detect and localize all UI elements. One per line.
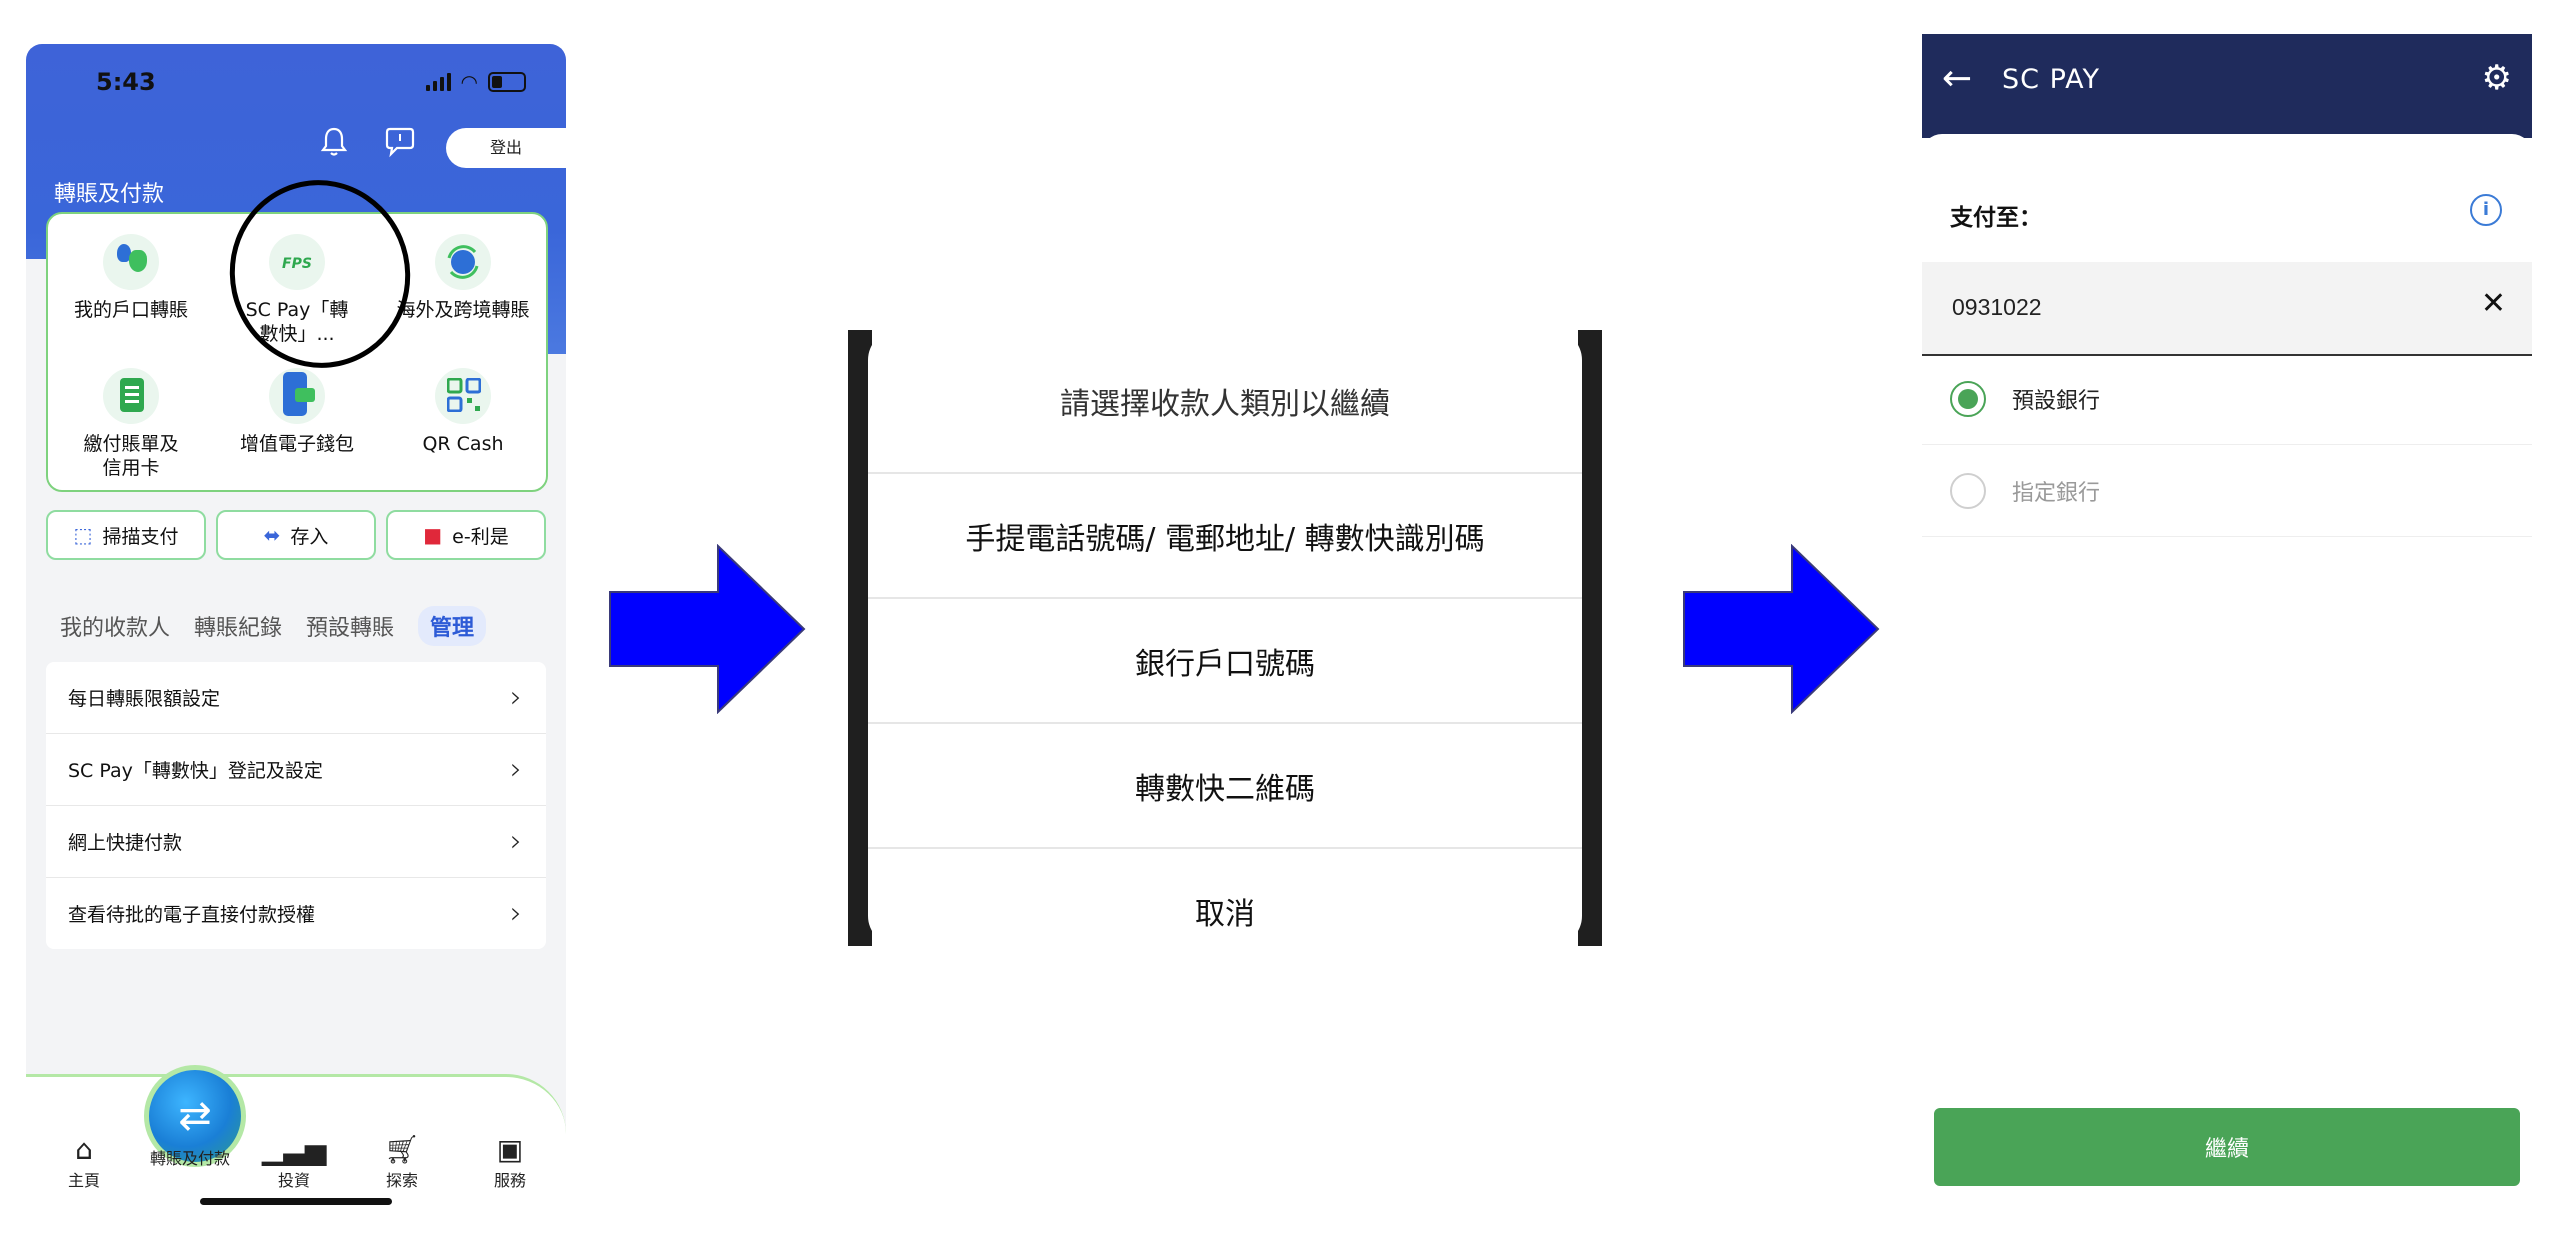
menu-edda-authorization[interactable]: 查看待批的電子直接付款授權 › [46,878,546,949]
pay-to-label: 支付至： [1950,205,2042,231]
topup-wallet[interactable]: 增值電子錢包 [214,368,380,456]
section-title: 轉賬及付款 [54,182,165,207]
battery-icon [488,72,526,92]
nav-explore-label: 探索 [385,1171,418,1190]
home-indicator [200,1198,392,1205]
form-sheet: 支付至： i ✕ 預設銀行 指定銀行 [1922,134,2532,1214]
pay-bills-label: 繳付賬單及 信用卡 [83,433,179,479]
cash-icon: ⬌ [263,523,281,547]
logout-button[interactable]: 登出 [446,128,566,168]
qr-cash-label: QR Cash [422,433,504,455]
own-account-transfer[interactable]: 我的戶口轉賬 [48,234,214,322]
deposit-label: 存入 [290,525,329,548]
nav-transfer-label: 轉賬及付款 [150,1149,231,1168]
option-mobile-email-fps-id[interactable]: 手提電話號碼/ 電郵地址/ 轉數快識別碼 [868,474,1582,599]
deposit-button[interactable]: ⬌ 存入 [216,510,376,560]
chat-icon[interactable] [382,126,418,162]
nav-home[interactable]: ⌂ 主頁 [44,1133,124,1191]
app-bar: ← SC PAY ⚙ [1922,34,2532,138]
menu-fps-registration-label: SC Pay「轉數快」登記及設定 [68,760,323,782]
bar-chart-icon: ▁▃▅ [261,1133,327,1166]
flow-arrow-icon [1683,544,1880,714]
clear-icon[interactable]: ✕ [2481,286,2506,321]
home-icon: ⌂ [75,1133,93,1166]
radio-specific-bank[interactable]: 指定銀行 [1922,446,2532,537]
menu-edda-authorization-label: 查看待批的電子直接付款授權 [68,904,316,926]
action-sheet: 請選擇收款人類別以繼續 手提電話號碼/ 電郵地址/ 轉數快識別碼 銀行戶口號碼 … [868,330,1582,946]
swap-arrows-icon: ⇄ [178,1093,212,1139]
nav-invest[interactable]: ▁▃▅ 投資 [254,1133,334,1191]
e-lai-see-button[interactable]: ■ e-利是 [386,510,546,560]
bottom-navigation: ⌂ 主頁 ⇄ 轉賬及付款 ▁▃▅ 投資 🛒︎ 探索 ▣ 服務 [26,1065,566,1214]
menu-daily-limit-label: 每日轉賬限額設定 [68,688,221,710]
scan-pay-button[interactable]: ⬚ 掃描支付 [46,510,206,560]
chevron-right-icon: › [510,680,522,715]
info-icon[interactable]: i [2470,194,2502,226]
qr-cash[interactable]: QR Cash [380,368,546,456]
specific-bank-label: 指定銀行 [2012,481,2101,506]
phone-screen-transfers: 5:43 ◠ 登出 轉賬及付款 我的戶口轉賬 FPS SC Pay「轉 數快」.… [26,44,566,1214]
tab-scheduled[interactable]: 預設轉賬 [306,610,394,642]
menu-online-quick-pay[interactable]: 網上快捷付款 › [46,806,546,878]
nav-invest-label: 投資 [277,1171,310,1190]
default-bank-label: 預設銀行 [2012,389,2101,414]
wallet-icon: ▣ [496,1133,524,1166]
radio-selected[interactable] [1950,381,1986,417]
header-actions [316,126,418,162]
tab-manage[interactable]: 管理 [418,606,487,646]
manage-menu: 每日轉賬限額設定 › SC Pay「轉數快」登記及設定 › 網上快捷付款 › 查… [46,662,546,949]
globe-exchange-icon [435,234,491,290]
qr-code-icon [435,368,491,424]
menu-fps-registration[interactable]: SC Pay「轉數快」登記及設定 › [46,734,546,806]
tab-history[interactable]: 轉賬紀錄 [194,610,282,642]
topup-wallet-label: 增值電子錢包 [239,433,354,455]
coins-icon [103,234,159,290]
payee-input[interactable] [1950,286,2454,328]
cart-icon: 🛒︎ [384,1133,420,1166]
continue-button[interactable]: 繼續 [1934,1108,2520,1186]
gear-icon[interactable]: ⚙ [2482,58,2512,98]
payee-type-dialog: 請選擇收款人類別以繼續 手提電話號碼/ 電郵地址/ 轉數快識別碼 銀行戶口號碼 … [848,330,1602,946]
red-packet-icon: ■ [423,523,443,547]
nav-services[interactable]: ▣ 服務 [470,1133,550,1191]
cancel-button[interactable]: 取消 [868,849,1582,973]
wallet-phone-icon [269,368,325,424]
chevron-right-icon: › [510,824,522,859]
status-time: 5:43 [96,68,156,96]
back-arrow-icon[interactable]: ← [1942,58,1972,99]
manage-tabs: 我的收款人 轉賬紀錄 預設轉賬 管理 [60,606,487,646]
nav-services-label: 服務 [493,1171,526,1190]
quick-actions: ⬚ 掃描支付 ⬌ 存入 ■ e-利是 [46,510,546,560]
nav-home-label: 主頁 [67,1171,100,1190]
scan-icon: ⬚ [73,523,93,547]
radio-unselected[interactable] [1950,473,1986,509]
e-lai-see-label: e-利是 [452,525,509,548]
tab-payees[interactable]: 我的收款人 [60,610,170,642]
bill-icon [103,368,159,424]
menu-online-quick-pay-label: 網上快捷付款 [68,832,183,854]
scan-pay-label: 掃描支付 [102,525,179,548]
dialog-title: 請選擇收款人類別以繼續 [868,330,1582,474]
option-bank-account[interactable]: 銀行戶口號碼 [868,599,1582,724]
phone-screen-sc-pay: ← SC PAY ⚙ 支付至： i ✕ 預設銀行 指定銀行 繼續 [1922,34,2532,1214]
pay-bills[interactable]: 繳付賬單及 信用卡 [48,368,214,480]
chevron-right-icon: › [510,896,522,931]
nav-explore[interactable]: 🛒︎ 探索 [362,1133,442,1191]
payee-input-row: ✕ [1922,262,2532,356]
signal-icon [425,73,451,91]
option-fps-qr-code[interactable]: 轉數快二維碼 [868,724,1582,849]
status-icons: ◠ [425,70,526,94]
nav-transfer[interactable]: 轉賬及付款 [150,1145,230,1169]
own-account-transfer-label: 我的戶口轉賬 [73,299,188,321]
overseas-transfer-label: 海外及跨境轉賬 [396,299,530,321]
bell-icon[interactable] [316,126,352,162]
chevron-right-icon: › [510,752,522,787]
radio-default-bank[interactable]: 預設銀行 [1922,354,2532,445]
menu-daily-limit[interactable]: 每日轉賬限額設定 › [46,662,546,734]
wifi-icon: ◠ [460,70,478,94]
page-title: SC PAY [2002,64,2100,95]
flow-arrow-icon [609,544,806,714]
